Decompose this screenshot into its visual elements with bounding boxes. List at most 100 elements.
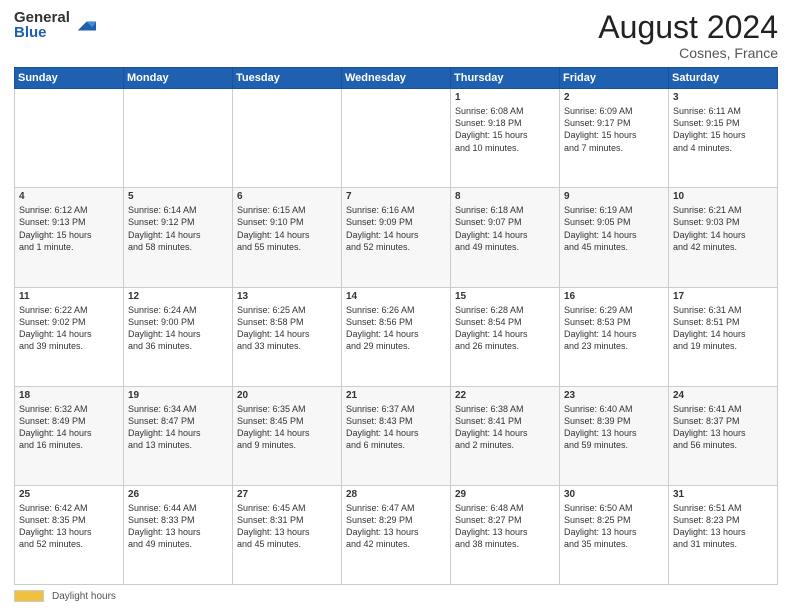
calendar-cell: 22Sunrise: 6:38 AM Sunset: 8:41 PM Dayli… [451, 386, 560, 485]
day-number: 31 [673, 489, 773, 500]
day-info: Sunrise: 6:42 AM Sunset: 8:35 PM Dayligh… [19, 502, 119, 551]
day-info: Sunrise: 6:35 AM Sunset: 8:45 PM Dayligh… [237, 403, 337, 452]
day-info: Sunrise: 6:25 AM Sunset: 8:58 PM Dayligh… [237, 304, 337, 353]
calendar-cell: 2 Sunrise: 6:09 AM Sunset: 9:17 PM Daylig… [560, 89, 669, 188]
day-number: 6 [237, 191, 337, 202]
day-number: 15 [455, 291, 555, 302]
title-block: August 2024 Cosnes, France [598, 10, 778, 61]
day-info: Sunrise: 6:16 AM Sunset: 9:09 PM Dayligh… [346, 204, 446, 253]
calendar-day-header: Friday [560, 68, 669, 89]
day-info: Sunrise: 6:29 AM Sunset: 8:53 PM Dayligh… [564, 304, 664, 353]
day-number: 20 [237, 390, 337, 401]
calendar-cell: 18 Sunrise: 6:32 AM Sunset: 8:49 PM Dayli… [15, 386, 124, 485]
calendar-week-row: 1 Sunrise: 6:08 AM Sunset: 9:18 PM Daylig… [15, 89, 778, 188]
logo-icon [74, 14, 96, 36]
day-number: 9 [564, 191, 664, 202]
calendar-cell: 1 Sunrise: 6:08 AM Sunset: 9:18 PM Daylig… [451, 89, 560, 188]
footer: Daylight hours [14, 590, 778, 602]
calendar-cell: 11 Sunrise: 6:22 AM Sunset: 9:02 PM Dayli… [15, 287, 124, 386]
calendar-cell: 7Sunrise: 6:16 AM Sunset: 9:09 PM Daylig… [342, 188, 451, 287]
calendar-cell: 14Sunrise: 6:26 AM Sunset: 8:56 PM Dayli… [342, 287, 451, 386]
calendar-cell: 29Sunrise: 6:48 AM Sunset: 8:27 PM Dayli… [451, 485, 560, 584]
day-info: Sunrise: 6:41 AM Sunset: 8:37 PM Dayligh… [673, 403, 773, 452]
calendar-cell: 21 Sunrise: 6:37 AM Sunset: 8:43 PM Dayli… [342, 386, 451, 485]
day-number: 21 [346, 390, 446, 401]
logo-blue: Blue [14, 25, 70, 40]
calendar-cell [342, 89, 451, 188]
calendar-cell: 23 Sunrise: 6:40 AM Sunset: 8:39 PM Dayli… [560, 386, 669, 485]
location: Cosnes, France [598, 45, 778, 61]
day-number: 11 [19, 291, 119, 302]
day-info: Sunrise: 6:26 AM Sunset: 8:56 PM Dayligh… [346, 304, 446, 353]
day-info: Sunrise: 6:50 AM Sunset: 8:25 PM Dayligh… [564, 502, 664, 551]
day-info: Sunrise: 6:47 AM Sunset: 8:29 PM Dayligh… [346, 502, 446, 551]
day-info: Sunrise: 6:18 AM Sunset: 9:07 PM Dayligh… [455, 204, 555, 253]
day-number: 26 [128, 489, 228, 500]
calendar-day-header: Saturday [669, 68, 778, 89]
logo-general: General [14, 10, 70, 25]
day-number: 18 [19, 390, 119, 401]
calendar-week-row: 18 Sunrise: 6:32 AM Sunset: 8:49 PM Dayli… [15, 386, 778, 485]
day-info: Sunrise: 6:15 AM Sunset: 9:10 PM Dayligh… [237, 204, 337, 253]
day-number: 19 [128, 390, 228, 401]
calendar-cell: 26 Sunrise: 6:44 AM Sunset: 8:33 PM Dayli… [124, 485, 233, 584]
day-info: Sunrise: 6:12 AM Sunset: 9:13 PM Dayligh… [19, 204, 119, 253]
day-number: 2 [564, 92, 664, 103]
calendar-cell: 19 Sunrise: 6:34 AM Sunset: 8:47 PM Dayli… [124, 386, 233, 485]
day-info: Sunrise: 6:22 AM Sunset: 9:02 PM Dayligh… [19, 304, 119, 353]
calendar-cell [124, 89, 233, 188]
day-number: 16 [564, 291, 664, 302]
calendar-table: SundayMondayTuesdayWednesdayThursdayFrid… [14, 67, 778, 585]
calendar-cell: 20 Sunrise: 6:35 AM Sunset: 8:45 PM Dayli… [233, 386, 342, 485]
day-info: Sunrise: 6:40 AM Sunset: 8:39 PM Dayligh… [564, 403, 664, 452]
calendar-cell: 13Sunrise: 6:25 AM Sunset: 8:58 PM Dayli… [233, 287, 342, 386]
day-info: Sunrise: 6:08 AM Sunset: 9:18 PM Dayligh… [455, 105, 555, 154]
day-number: 23 [564, 390, 664, 401]
logo-text: General Blue [14, 10, 70, 40]
calendar-day-header: Thursday [451, 68, 560, 89]
day-number: 3 [673, 92, 773, 103]
day-info: Sunrise: 6:14 AM Sunset: 9:12 PM Dayligh… [128, 204, 228, 253]
month-year: August 2024 [598, 10, 778, 45]
calendar-cell: 28 Sunrise: 6:47 AM Sunset: 8:29 PM Dayli… [342, 485, 451, 584]
calendar-cell: 5 Sunrise: 6:14 AM Sunset: 9:12 PM Daylig… [124, 188, 233, 287]
day-info: Sunrise: 6:38 AM Sunset: 8:41 PM Dayligh… [455, 403, 555, 452]
header: General Blue August 2024 Cosnes, France [14, 10, 778, 61]
day-info: Sunrise: 6:09 AM Sunset: 9:17 PM Dayligh… [564, 105, 664, 154]
day-number: 10 [673, 191, 773, 202]
calendar-cell: 3Sunrise: 6:11 AM Sunset: 9:15 PM Daylig… [669, 89, 778, 188]
day-info: Sunrise: 6:32 AM Sunset: 8:49 PM Dayligh… [19, 403, 119, 452]
calendar-cell: 31Sunrise: 6:51 AM Sunset: 8:23 PM Dayli… [669, 485, 778, 584]
day-number: 4 [19, 191, 119, 202]
day-number: 5 [128, 191, 228, 202]
calendar-cell: 17 Sunrise: 6:31 AM Sunset: 8:51 PM Dayli… [669, 287, 778, 386]
calendar-cell: 9 Sunrise: 6:19 AM Sunset: 9:05 PM Daylig… [560, 188, 669, 287]
calendar-cell: 12 Sunrise: 6:24 AM Sunset: 9:00 PM Dayli… [124, 287, 233, 386]
day-number: 25 [19, 489, 119, 500]
calendar-cell: 30 Sunrise: 6:50 AM Sunset: 8:25 PM Dayli… [560, 485, 669, 584]
day-info: Sunrise: 6:24 AM Sunset: 9:00 PM Dayligh… [128, 304, 228, 353]
calendar-cell: 15 Sunrise: 6:28 AM Sunset: 8:54 PM Dayli… [451, 287, 560, 386]
day-number: 28 [346, 489, 446, 500]
day-info: Sunrise: 6:44 AM Sunset: 8:33 PM Dayligh… [128, 502, 228, 551]
day-info: Sunrise: 6:37 AM Sunset: 8:43 PM Dayligh… [346, 403, 446, 452]
calendar-cell: 4 Sunrise: 6:12 AM Sunset: 9:13 PM Daylig… [15, 188, 124, 287]
calendar-cell: 8Sunrise: 6:18 AM Sunset: 9:07 PM Daylig… [451, 188, 560, 287]
day-number: 29 [455, 489, 555, 500]
day-number: 12 [128, 291, 228, 302]
calendar-cell: 25 Sunrise: 6:42 AM Sunset: 8:35 PM Dayli… [15, 485, 124, 584]
calendar-day-header: Sunday [15, 68, 124, 89]
day-number: 1 [455, 92, 555, 103]
day-number: 27 [237, 489, 337, 500]
calendar-cell: 16 Sunrise: 6:29 AM Sunset: 8:53 PM Dayli… [560, 287, 669, 386]
calendar-day-header: Monday [124, 68, 233, 89]
daylight-swatch [14, 590, 44, 602]
day-number: 30 [564, 489, 664, 500]
day-info: Sunrise: 6:34 AM Sunset: 8:47 PM Dayligh… [128, 403, 228, 452]
day-info: Sunrise: 6:31 AM Sunset: 8:51 PM Dayligh… [673, 304, 773, 353]
logo: General Blue [14, 10, 96, 40]
day-number: 17 [673, 291, 773, 302]
calendar-cell: 6 Sunrise: 6:15 AM Sunset: 9:10 PM Daylig… [233, 188, 342, 287]
day-info: Sunrise: 6:19 AM Sunset: 9:05 PM Dayligh… [564, 204, 664, 253]
day-info: Sunrise: 6:28 AM Sunset: 8:54 PM Dayligh… [455, 304, 555, 353]
